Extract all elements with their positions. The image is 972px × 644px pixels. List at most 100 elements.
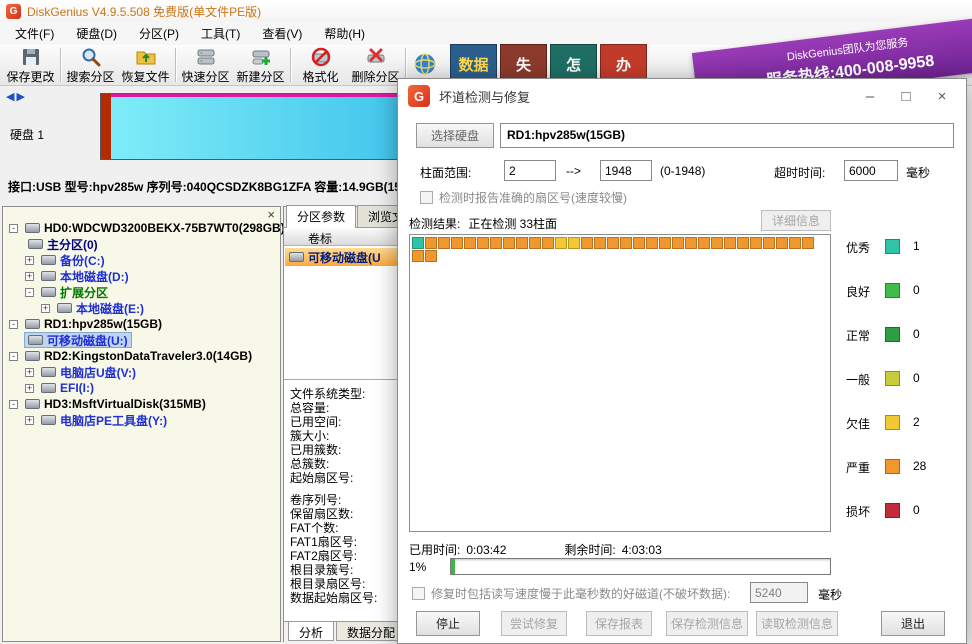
- tree-item-hd0-c[interactable]: +备份(C:): [5, 252, 278, 268]
- checkbox-icon[interactable]: [420, 191, 433, 204]
- tab-partition-params[interactable]: 分区参数: [286, 205, 356, 228]
- search-partition-icon: [80, 46, 102, 68]
- grid-legend: 优秀1良好0正常0一般0欠佳2严重28损坏0: [846, 239, 926, 547]
- next-disk-icon[interactable]: ▶: [16, 91, 26, 103]
- window-title: DiskGenius V4.9.5.508 免费版(单文件PE版): [27, 3, 261, 20]
- menu-disk[interactable]: 硬盘(D): [65, 22, 128, 45]
- dialog-titlebar: G 坏道检测与修复 – □ ×: [398, 79, 966, 113]
- legend-color-swatch: [885, 415, 900, 430]
- tree-item-rd1[interactable]: -RD1:hpv285w(15GB): [5, 316, 278, 332]
- legend-color-swatch: [885, 239, 900, 254]
- expand-icon[interactable]: +: [25, 256, 34, 265]
- cylinder-cell: [555, 237, 567, 249]
- search-partition-button[interactable]: 搜索分区: [63, 46, 118, 84]
- save-detect-info-button: 保存检测信息: [666, 611, 748, 636]
- tab-data-allocation[interactable]: 数据分配: [336, 622, 406, 641]
- format-button[interactable]: 格式化: [293, 46, 348, 84]
- collapse-icon[interactable]: -: [9, 400, 18, 409]
- bad-sector-dialog: G 坏道检测与修复 – □ × 选择硬盘 RD1:hpv285w(15GB) 柱…: [397, 78, 967, 644]
- tree-item-hd0-primary[interactable]: 主分区(0): [5, 236, 278, 252]
- quick-partition-button[interactable]: 快速分区: [178, 46, 233, 84]
- progress-bar: [450, 558, 831, 575]
- tree-item-rd2-v[interactable]: +电脑店U盘(V:): [5, 364, 278, 380]
- select-disk-button[interactable]: 选择硬盘: [416, 123, 494, 148]
- cylinder-cell: [542, 237, 554, 249]
- disk-nav-arrows[interactable]: ◀▶: [6, 90, 27, 103]
- toolbar-button-label: 新建分区: [236, 68, 284, 85]
- drive-icon: [28, 239, 43, 249]
- online-help-icon[interactable]: [412, 51, 438, 80]
- disk-selector[interactable]: RD1:hpv285w(15GB): [500, 123, 954, 148]
- maximize-icon[interactable]: □: [888, 82, 924, 110]
- tree-item-rd2[interactable]: - RD2:KingstonDataTraveler3.0(14GB): [5, 348, 278, 364]
- tab-analysis[interactable]: 分析: [288, 622, 334, 641]
- tree-item-hd3-y[interactable]: +电脑店PE工具盘(Y:): [5, 412, 278, 428]
- stop-button[interactable]: 停止: [416, 611, 480, 636]
- tree-item-hd3[interactable]: - HD3:MsftVirtualDisk(315MB): [5, 396, 278, 412]
- tree-item-hd0-d[interactable]: +本地磁盘(D:): [5, 268, 278, 284]
- accurate-sector-option[interactable]: 检测时报告准确的扇区号(速度较慢): [420, 189, 627, 206]
- tree-item-body: 本地磁盘(E:): [54, 301, 147, 315]
- partition-bar-segment[interactable]: [101, 94, 111, 159]
- cylinder-cell: [724, 237, 736, 249]
- close-icon[interactable]: ×: [924, 82, 960, 110]
- tree-item-body: HD0:WDCWD3200BEKX-75B7WT0(298GB): [22, 221, 288, 235]
- legend-damaged: 损坏0: [846, 503, 926, 547]
- timeout-input[interactable]: [844, 160, 898, 181]
- cylinder-cell: [425, 237, 437, 249]
- cylinder-cell: [698, 237, 710, 249]
- tree-item-label: RD2:KingstonDataTraveler3.0(14GB): [44, 349, 252, 363]
- expand-icon[interactable]: +: [25, 272, 34, 281]
- collapse-icon[interactable]: -: [9, 352, 18, 361]
- tree-item-rd1-u[interactable]: 可移动磁盘(U:): [5, 332, 278, 348]
- repair-option-label: 修复时包括读写速度慢于此毫秒数的好磁道(不破坏数据):: [431, 585, 730, 602]
- minimize-icon[interactable]: –: [852, 82, 888, 110]
- collapse-icon[interactable]: -: [25, 288, 34, 297]
- disk-info-line: 接口:USB 型号:hpv285w 序列号:040QCSDZK8BG1ZFA 容…: [8, 178, 401, 195]
- disk-label[interactable]: 硬盘 1: [10, 126, 44, 143]
- cylinder-to-input[interactable]: [600, 160, 652, 181]
- partition-tree-panel: × -HD0:WDCWD3200BEKX-75B7WT0(298GB)主分区(0…: [2, 206, 281, 642]
- legend-count: 0: [913, 371, 920, 385]
- collapse-icon[interactable]: -: [9, 224, 18, 233]
- volume-name: 可移动磁盘(U: [308, 249, 381, 266]
- save-changes-button[interactable]: 保存更改: [3, 46, 58, 84]
- tree-item-hd0-ext[interactable]: -扩展分区: [5, 284, 278, 300]
- expand-icon[interactable]: +: [25, 416, 34, 425]
- menu-file[interactable]: 文件(F): [4, 22, 65, 45]
- cylinder-cell: [529, 237, 541, 249]
- tree-item-rd2-i[interactable]: +EFI(I:): [5, 380, 278, 396]
- cylinder-cell: [477, 237, 489, 249]
- drive-icon: [41, 255, 56, 265]
- collapse-icon[interactable]: -: [9, 320, 18, 329]
- progress-fill: [451, 559, 455, 574]
- menu-view[interactable]: 查看(V): [251, 22, 313, 45]
- cylinder-cell: [503, 237, 515, 249]
- repair-ms-input: [750, 582, 808, 603]
- recover-files-button[interactable]: 恢复文件: [118, 46, 173, 84]
- expand-icon[interactable]: +: [41, 304, 50, 313]
- cylinder-cell: [646, 237, 658, 249]
- expand-icon[interactable]: +: [25, 384, 34, 393]
- tree-item-label: HD3:MsftVirtualDisk(315MB): [44, 397, 206, 411]
- delete-partition-button[interactable]: 删除分区: [348, 46, 403, 84]
- drive-icon: [57, 303, 72, 313]
- repair-slow-option: 修复时包括读写速度慢于此毫秒数的好磁道(不破坏数据):: [412, 585, 730, 602]
- cylinder-from-input[interactable]: [504, 160, 556, 181]
- exit-button[interactable]: 退出: [881, 611, 945, 636]
- cylinder-cell: [633, 237, 645, 249]
- dialog-logo-icon: G: [408, 85, 430, 107]
- legend-poor: 欠佳2: [846, 415, 926, 459]
- tree-item-hd0-e[interactable]: + 本地磁盘(E:): [5, 300, 278, 316]
- menu-partition[interactable]: 分区(P): [128, 22, 190, 45]
- menu-help[interactable]: 帮助(H): [313, 22, 376, 45]
- menu-tools[interactable]: 工具(T): [190, 22, 251, 45]
- tree-item-hd0[interactable]: -HD0:WDCWD3200BEKX-75B7WT0(298GB): [5, 220, 278, 236]
- expand-icon[interactable]: +: [25, 368, 34, 377]
- elapsed-label: 已用时间:: [409, 543, 460, 557]
- titlebar: G DiskGenius V4.9.5.508 免费版(单文件PE版): [0, 0, 972, 22]
- prev-disk-icon[interactable]: ◀: [6, 91, 16, 103]
- dialog-button-row: 停止尝试修复保存报表保存检测信息读取检测信息退出: [398, 609, 966, 639]
- new-partition-button[interactable]: 新建分区: [233, 46, 288, 84]
- accurate-option-label: 检测时报告准确的扇区号(速度较慢): [439, 189, 627, 206]
